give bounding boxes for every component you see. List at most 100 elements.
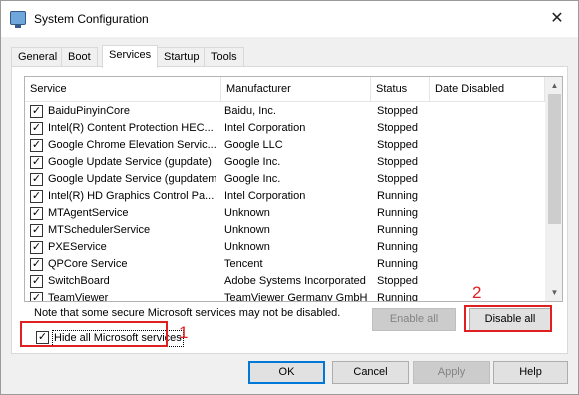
table-row[interactable]: ✓ Intel(R) Content Protection HEC... Intel… xyxy=(25,120,545,137)
column-header-service[interactable]: Service xyxy=(25,77,221,102)
tab-services[interactable]: Services xyxy=(102,45,159,68)
service-checkbox[interactable]: ✓ xyxy=(30,190,43,203)
date-disabled-cell xyxy=(435,188,535,205)
date-disabled-cell xyxy=(435,137,535,154)
manufacturer-cell: Intel Corporation xyxy=(224,122,306,134)
table-row[interactable]: ✓ Google Update Service (gupdate) Google I… xyxy=(25,154,545,171)
service-checkbox[interactable]: ✓ xyxy=(30,173,43,186)
date-disabled-cell xyxy=(435,256,535,273)
list-header: Service Manufacturer Status Date Disable… xyxy=(25,77,545,102)
table-row[interactable]: ✓ Intel(R) HD Graphics Control Pa... Intel… xyxy=(25,188,545,205)
service-name-cell: SwitchBoard xyxy=(48,275,110,287)
column-header-date-disabled[interactable]: Date Disabled xyxy=(430,77,545,102)
service-name-cell: MTSchedulerService xyxy=(48,224,151,236)
status-cell: Stopped xyxy=(377,122,418,134)
status-cell: Stopped xyxy=(377,105,418,117)
manufacturer-cell: Adobe Systems Incorporated xyxy=(224,275,366,287)
manufacturer-cell: Intel Corporation xyxy=(224,190,306,202)
table-row[interactable]: ✓ Google Chrome Elevation Servic... Google… xyxy=(25,137,545,154)
service-name-cell: Intel(R) HD Graphics Control Pa... xyxy=(48,190,215,202)
service-name-cell: Google Update Service (gupdatem) xyxy=(48,173,216,185)
service-checkbox[interactable]: ✓ xyxy=(30,292,43,301)
column-header-status[interactable]: Status xyxy=(371,77,430,102)
date-disabled-cell xyxy=(435,154,535,171)
service-checkbox[interactable]: ✓ xyxy=(30,241,43,254)
manufacturer-cell: Google Inc. xyxy=(224,173,281,185)
secure-services-note: Note that some secure Microsoft services… xyxy=(34,307,341,319)
status-cell: Stopped xyxy=(377,275,418,287)
manufacturer-cell: Google LLC xyxy=(224,139,283,151)
table-row[interactable]: ✓ PXEService Unknown Running xyxy=(25,239,545,256)
status-cell: Running xyxy=(377,207,418,219)
help-button[interactable]: Help xyxy=(493,361,568,384)
annotation-number-2: 2 xyxy=(472,283,482,302)
scroll-down-icon[interactable]: ▼ xyxy=(546,284,562,301)
date-disabled-cell xyxy=(435,222,535,239)
help-label: Help xyxy=(519,366,542,378)
service-checkbox[interactable]: ✓ xyxy=(30,122,43,135)
apply-button[interactable]: Apply xyxy=(413,361,490,384)
date-disabled-cell xyxy=(435,120,535,137)
date-disabled-cell xyxy=(435,273,535,290)
service-checkbox[interactable]: ✓ xyxy=(30,139,43,152)
status-cell: Running xyxy=(377,190,418,202)
service-name-cell: Google Update Service (gupdate) xyxy=(48,156,212,168)
cancel-button[interactable]: Cancel xyxy=(332,361,409,384)
date-disabled-cell xyxy=(435,205,535,222)
tab-tools[interactable]: Tools xyxy=(204,47,244,67)
service-name-cell: BaiduPinyinCore xyxy=(48,105,130,117)
tab-startup[interactable]: Startup xyxy=(157,47,207,67)
date-disabled-cell xyxy=(435,103,535,120)
service-checkbox[interactable]: ✓ xyxy=(30,258,43,271)
date-disabled-cell xyxy=(435,290,535,301)
manufacturer-cell: Tencent xyxy=(224,258,263,270)
cancel-label: Cancel xyxy=(353,366,388,378)
close-icon[interactable]: ✕ xyxy=(537,5,577,33)
table-row[interactable]: ✓ MTAgentService Unknown Running xyxy=(25,205,545,222)
service-checkbox[interactable]: ✓ xyxy=(30,156,43,169)
table-row[interactable]: ✓ BaiduPinyinCore Baidu, Inc. Stopped xyxy=(25,103,545,120)
service-name-cell: TeamViewer xyxy=(48,292,109,302)
service-name-cell: Google Chrome Elevation Servic... xyxy=(48,139,216,151)
service-name-cell: PXEService xyxy=(48,241,107,253)
service-checkbox[interactable]: ✓ xyxy=(30,105,43,118)
scroll-up-icon[interactable]: ▲ xyxy=(546,77,562,94)
scroll-thumb[interactable] xyxy=(548,94,561,224)
annotation-number-1: 1 xyxy=(179,323,189,342)
table-row[interactable]: ✓ MTSchedulerService Unknown Running xyxy=(25,222,545,239)
service-checkbox[interactable]: ✓ xyxy=(30,207,43,220)
system-config-icon xyxy=(10,11,26,28)
ok-label: OK xyxy=(278,366,295,378)
window-title: System Configuration xyxy=(34,12,149,26)
status-cell: Running xyxy=(377,241,418,253)
column-header-manufacturer[interactable]: Manufacturer xyxy=(221,77,371,102)
manufacturer-cell: Baidu, Inc. xyxy=(224,105,276,117)
status-cell: Stopped xyxy=(377,156,418,168)
tab-general[interactable]: General xyxy=(11,47,65,67)
manufacturer-cell: Unknown xyxy=(224,241,270,253)
apply-label: Apply xyxy=(437,366,466,378)
date-disabled-cell xyxy=(435,239,535,256)
table-row[interactable]: ✓ TeamViewer TeamViewer Germany GmbH Runnin… xyxy=(25,290,545,302)
service-checkbox[interactable]: ✓ xyxy=(30,224,43,237)
ok-button[interactable]: OK xyxy=(248,361,325,384)
manufacturer-cell: TeamViewer Germany GmbH xyxy=(224,292,368,302)
manufacturer-cell: Unknown xyxy=(224,207,270,219)
date-disabled-cell xyxy=(435,171,535,188)
status-cell: Running xyxy=(377,258,418,270)
vertical-scrollbar[interactable]: ▲ ▼ xyxy=(545,77,562,301)
table-row[interactable]: ✓ Google Update Service (gupdatem) Google … xyxy=(25,171,545,188)
table-row[interactable]: ✓ QPCore Service Tencent Running xyxy=(25,256,545,273)
service-name-cell: QPCore Service xyxy=(48,258,128,270)
service-name-cell: MTAgentService xyxy=(48,207,129,219)
enable-all-button[interactable]: Enable all xyxy=(372,308,456,331)
status-cell: Stopped xyxy=(377,139,418,151)
status-cell: Running xyxy=(377,292,418,302)
table-row[interactable]: ✓ SwitchBoard Adobe Systems Incorporated St… xyxy=(25,273,545,290)
status-cell: Running xyxy=(377,224,418,236)
enable-all-label: Enable all xyxy=(389,313,439,325)
service-checkbox[interactable]: ✓ xyxy=(30,275,43,288)
tab-boot[interactable]: Boot xyxy=(61,47,98,67)
manufacturer-cell: Google Inc. xyxy=(224,156,281,168)
title-bar: System Configuration ✕ xyxy=(1,1,578,37)
